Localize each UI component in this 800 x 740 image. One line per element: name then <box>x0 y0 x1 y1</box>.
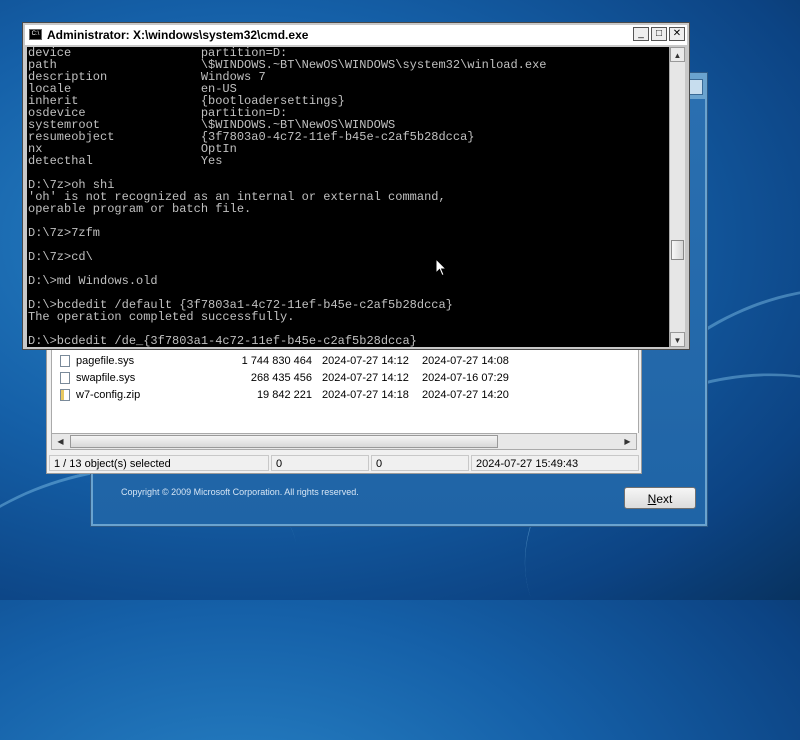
scrollbar-thumb[interactable] <box>671 240 684 260</box>
scroll-down-icon[interactable]: ▼ <box>670 332 685 347</box>
window-title: Administrator: X:\windows\system32\cmd.e… <box>47 28 309 42</box>
command-prompt-window: C:\ Administrator: X:\windows\system32\c… <box>22 22 690 350</box>
file-name: w7-config.zip <box>76 389 141 401</box>
file-modified: 2024-07-27 14:12 <box>322 355 409 367</box>
scroll-right-icon[interactable]: ▶ <box>620 434 635 449</box>
file-row[interactable]: pagefile.sys 1 744 830 464 2024-07-27 14… <box>56 353 616 370</box>
title-bar[interactable]: C:\ Administrator: X:\windows\system32\c… <box>25 25 687 45</box>
mouse-pointer-icon <box>435 258 447 277</box>
status-size: 0 <box>271 455 369 471</box>
file-created: 2024-07-27 14:20 <box>422 389 509 401</box>
file-created: 2024-07-16 07:29 <box>422 372 509 384</box>
status-packed: 0 <box>371 455 469 471</box>
console-text: device partition=D: path \$WINDOWS.~BT\N… <box>28 47 547 347</box>
file-modified: 2024-07-27 14:18 <box>322 389 409 401</box>
maximize-button[interactable]: □ <box>651 27 667 41</box>
status-bar: 1 / 13 object(s) selected 0 0 2024-07-27… <box>47 453 641 473</box>
next-button[interactable]: Next <box>624 487 696 509</box>
status-time: 2024-07-27 15:49:43 <box>471 455 639 471</box>
close-button[interactable]: ✕ <box>669 27 685 41</box>
file-row[interactable]: w7-config.zip 19 842 221 2024-07-27 14:1… <box>56 387 616 404</box>
next-button-label: ext <box>656 492 673 506</box>
scroll-up-icon[interactable]: ▲ <box>670 47 685 62</box>
file-icon <box>60 355 70 367</box>
horizontal-scrollbar[interactable]: ◀ ▶ <box>51 433 637 450</box>
file-modified: 2024-07-27 14:12 <box>322 372 409 384</box>
file-name: swapfile.sys <box>76 372 136 384</box>
zip-icon <box>60 389 70 401</box>
copyright-text: Copyright © 2009 Microsoft Corporation. … <box>121 487 359 497</box>
file-size: 1 744 830 464 <box>241 355 312 367</box>
minimize-button[interactable]: _ <box>633 27 649 41</box>
file-created: 2024-07-27 14:08 <box>422 355 509 367</box>
file-list[interactable]: pagefile.sys 1 744 830 464 2024-07-27 14… <box>51 341 639 433</box>
status-selected: 1 / 13 object(s) selected <box>49 455 269 471</box>
file-row[interactable]: swapfile.sys 268 435 456 2024-07-27 14:1… <box>56 370 616 387</box>
vertical-scrollbar[interactable]: ▲ ▼ <box>669 47 685 347</box>
file-size: 268 435 456 <box>250 372 312 384</box>
file-manager-window: pagefile.sys 1 744 830 464 2024-07-27 14… <box>46 340 642 474</box>
scrollbar-thumb[interactable] <box>70 435 498 448</box>
console-output[interactable]: device partition=D: path \$WINDOWS.~BT\N… <box>27 47 669 347</box>
scroll-left-icon[interactable]: ◀ <box>53 434 68 449</box>
file-size: 19 842 221 <box>256 389 312 401</box>
console-icon[interactable]: C:\ <box>29 29 42 40</box>
file-icon <box>60 372 70 384</box>
file-name: pagefile.sys <box>76 355 135 367</box>
